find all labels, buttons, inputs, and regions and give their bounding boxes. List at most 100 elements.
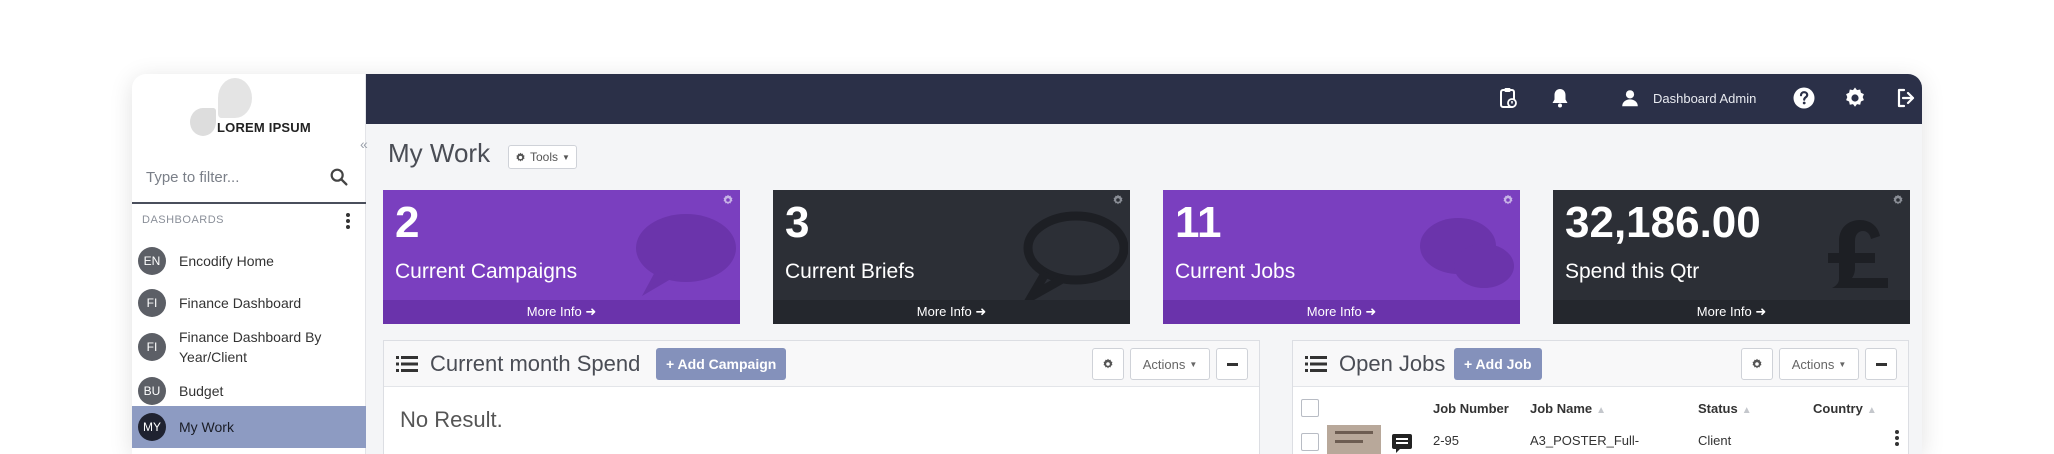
tile-caption: Current Jobs (1175, 260, 1296, 283)
speech-bubble-icon (636, 214, 736, 296)
brand-logo[interactable]: LOREM IPSUM (188, 78, 318, 142)
tile-value: 2 (395, 198, 420, 247)
collapse-panel-button[interactable] (1216, 348, 1248, 380)
sidebar-item-label: Finance Dashboard (179, 295, 302, 311)
user-icon[interactable] (1619, 87, 1641, 109)
sidebar-filter (132, 152, 366, 204)
select-all-checkbox[interactable] (1301, 399, 1319, 417)
gear-icon (1103, 358, 1113, 369)
job-number-cell: 2-95 (1433, 433, 1460, 448)
column-header-country[interactable]: Country ▲ (1813, 401, 1877, 416)
logo-shape (190, 108, 216, 136)
gear-icon[interactable] (1843, 86, 1867, 110)
more-info-link[interactable]: More Info ➜ (773, 300, 1130, 324)
sidebar-item-label: Finance Dashboard By Year/Client (179, 329, 322, 365)
search-icon[interactable] (328, 166, 350, 188)
more-info-link[interactable]: More Info ➜ (383, 300, 740, 324)
current-month-spend-panel: Current month Spend + Add Campaign Actio… (383, 340, 1260, 454)
gear-icon (516, 152, 525, 161)
page-title: My Work (388, 138, 491, 168)
tile-settings-icon[interactable] (1112, 194, 1124, 206)
job-name-cell: A3_POSTER_Full- (1530, 433, 1640, 448)
sidebar: LOREM IPSUM « DASHBOARDS EN Encodify Hom… (132, 74, 368, 454)
tile-caption: Current Briefs (785, 260, 915, 283)
gear-icon (1752, 358, 1762, 369)
logo-text: LOREM IPSUM (217, 120, 311, 135)
help-icon[interactable] (1792, 86, 1816, 110)
logo-shape (218, 78, 252, 118)
job-thumbnail[interactable] (1327, 425, 1381, 454)
panel-header: Current month Spend + Add Campaign Actio… (384, 341, 1259, 387)
top-navbar: Dashboard Admin (366, 74, 1922, 124)
kebab-menu-icon[interactable] (342, 212, 354, 232)
more-info-link[interactable]: More Info ➜ (1163, 300, 1520, 324)
column-header-status[interactable]: Status ▲ (1698, 401, 1752, 416)
sidebar-item-label: Encodify Home (179, 253, 274, 269)
app-window: LOREM IPSUM « DASHBOARDS EN Encodify Hom… (132, 74, 1922, 454)
tile-settings-icon[interactable] (1502, 194, 1514, 206)
arrow-circle-right-icon: ➜ (1755, 304, 1767, 319)
actions-dropdown-button[interactable]: Actions ▼ (1130, 348, 1210, 380)
list-icon (396, 356, 418, 372)
caret-down-icon: ▼ (1189, 359, 1198, 369)
comment-icon[interactable] (1391, 433, 1413, 453)
sidebar-item-finance-dashboard[interactable]: FI Finance Dashboard (132, 284, 366, 322)
main-content: My Work Tools ▼ 2 Current Campaigns More… (366, 124, 1922, 454)
tools-dropdown-button[interactable]: Tools ▼ (508, 145, 577, 169)
sort-icon: ▲ (1866, 405, 1877, 416)
panel-header: Open Jobs + Add Job Actions ▼ (1293, 341, 1908, 387)
add-job-button[interactable]: + Add Job (1454, 348, 1542, 380)
logout-icon[interactable] (1894, 86, 1918, 110)
tile-value: 32,186.00 (1565, 198, 1761, 247)
sort-icon: ▲ (1596, 405, 1607, 416)
user-menu-label[interactable]: Dashboard Admin (1653, 91, 1756, 106)
arrow-circle-right-icon: ➜ (585, 304, 597, 319)
sidebar-item-my-work[interactable]: MY My Work (132, 406, 366, 448)
arrow-circle-right-icon: ➜ (1365, 304, 1377, 319)
tile-value: 3 (785, 198, 810, 247)
avatar: FI (138, 289, 166, 317)
current-briefs-tile: 3 Current Briefs More Info ➜ (773, 190, 1130, 324)
avatar: BU (138, 377, 166, 405)
spend-this-qtr-tile: 32,186.00 Spend this Qtr More Info ➜ (1553, 190, 1910, 324)
actions-dropdown-button[interactable]: Actions ▼ (1779, 348, 1859, 380)
avatar: FI (138, 333, 166, 361)
more-info-link[interactable]: More Info ➜ (1553, 300, 1910, 324)
row-checkbox[interactable] (1301, 433, 1319, 451)
tile-settings-icon[interactable] (1892, 194, 1904, 206)
minus-icon (1875, 362, 1887, 366)
tile-settings-icon[interactable] (722, 194, 734, 206)
panel-settings-button[interactable] (1741, 348, 1773, 380)
open-jobs-panel: Open Jobs + Add Job Actions ▼ Job Number… (1292, 340, 1909, 454)
panel-title: Current month Spend (430, 351, 641, 376)
caret-down-icon: ▼ (1838, 359, 1847, 369)
current-jobs-tile: 11 Current Jobs More Info ➜ (1163, 190, 1520, 324)
bell-icon[interactable] (1548, 86, 1572, 110)
panel-settings-button[interactable] (1092, 348, 1124, 380)
column-header-job-name[interactable]: Job Name ▲ (1530, 401, 1606, 416)
arrow-circle-right-icon: ➜ (975, 304, 987, 319)
minus-icon (1226, 362, 1238, 366)
current-campaigns-tile: 2 Current Campaigns More Info ➜ (383, 190, 740, 324)
tools-label: Tools (530, 150, 559, 164)
sort-icon: ▲ (1741, 405, 1752, 416)
clipboard-icon[interactable] (1496, 86, 1520, 110)
sidebar-item-finance-dashboard-by-year-client[interactable]: FI Finance Dashboard By Year/Client (132, 324, 366, 370)
caret-down-icon: ▼ (562, 152, 570, 162)
sidebar-item-label: My Work (179, 419, 234, 435)
empty-state-text: No Result. (400, 407, 503, 432)
row-menu-icon[interactable] (1891, 429, 1903, 449)
sidebar-item-label: Budget (179, 383, 224, 399)
speech-bubbles-icon (1420, 218, 1514, 288)
filter-input[interactable] (146, 162, 326, 192)
column-header-job-number[interactable]: Job Number (1433, 401, 1509, 416)
avatar: MY (138, 413, 166, 441)
collapse-panel-button[interactable] (1865, 348, 1897, 380)
tile-caption: Spend this Qtr (1565, 260, 1700, 283)
dashboards-section-title: DASHBOARDS (142, 214, 225, 226)
sidebar-item-encodify-home[interactable]: EN Encodify Home (132, 242, 366, 280)
add-campaign-button[interactable]: + Add Campaign (656, 348, 787, 380)
speech-bubble-icon (1023, 211, 1128, 300)
list-icon (1305, 356, 1327, 372)
sidebar-item-budget[interactable]: BU Budget (132, 372, 366, 410)
